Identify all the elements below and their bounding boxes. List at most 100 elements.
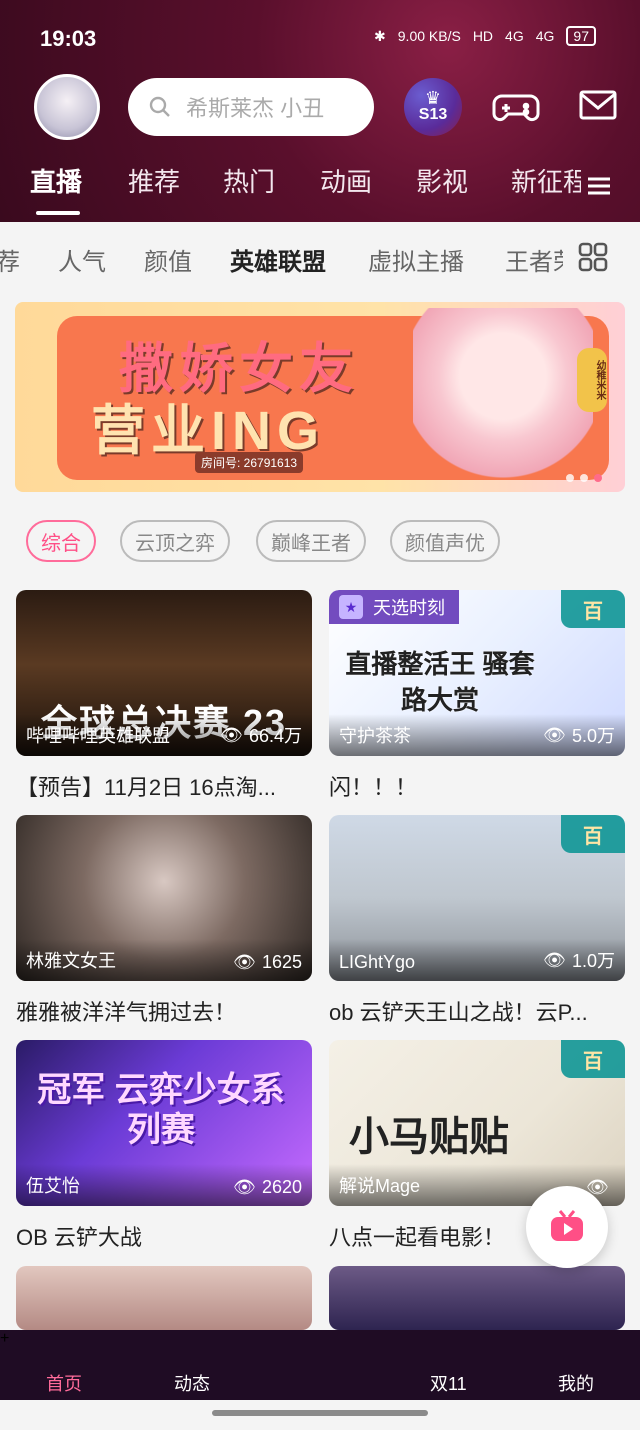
nav-home[interactable]: 首页 bbox=[46, 1370, 82, 1396]
tab-new-journey[interactable]: 新征程 bbox=[511, 162, 581, 199]
status-time: 19:03 bbox=[40, 26, 97, 51]
grid-icon[interactable] bbox=[578, 242, 608, 272]
subcat-lol[interactable]: 英雄联盟 bbox=[230, 242, 326, 277]
card-thumbnail: 天选时刻 百 直播整活王 骚套路大赏 守护茶茶 👁5.0万 bbox=[329, 590, 625, 756]
subcat-popular[interactable]: 人气 bbox=[58, 242, 106, 277]
live-card[interactable]: 全球总决赛 23 哔哩哔哩英雄联盟 👁66.4万 【预告】11月2日 16点淘.… bbox=[16, 590, 312, 802]
view-count-value: 2620 bbox=[261, 1177, 302, 1197]
gamepad-icon[interactable] bbox=[492, 86, 540, 126]
eye-icon: 👁 bbox=[220, 724, 243, 745]
floating-live-button[interactable] bbox=[526, 1186, 608, 1268]
mail-icon[interactable] bbox=[578, 88, 618, 122]
view-count-value: 5.0万 bbox=[571, 726, 615, 746]
menu-icon[interactable] bbox=[588, 176, 610, 196]
live-card[interactable] bbox=[329, 1266, 625, 1330]
live-card[interactable]: 百 LIGhtYgo 👁 1.0万 ob 云铲天王山之战！云P... bbox=[329, 815, 625, 1027]
live-card[interactable] bbox=[16, 1266, 312, 1330]
eye-icon: 👁 bbox=[543, 724, 566, 745]
card-thumbnail: 百 小马贴贴 解说Mage 👁 bbox=[329, 1040, 625, 1206]
card-thumbnail: 全球总决赛 23 哔哩哔哩英雄联盟 👁66.4万 bbox=[16, 590, 312, 756]
view-count-value: 1.0万 bbox=[571, 951, 615, 971]
s13-label: S13 bbox=[418, 106, 448, 123]
tv-icon bbox=[551, 1210, 583, 1241]
top-header: 19:03 ✱ 9.00 KB/S HD 4G 4G 97 希斯莱杰 小丑 ♛ … bbox=[0, 0, 640, 222]
eye-icon: 👁 bbox=[233, 952, 256, 972]
network-speed: 9.00 KB/S bbox=[397, 28, 461, 44]
filter-voice-actor[interactable]: 颜值声优 bbox=[390, 520, 500, 562]
card-meta: LIGhtYgo 👁 1.0万 bbox=[329, 939, 625, 981]
search-placeholder: 希斯莱杰 小丑 bbox=[186, 96, 325, 121]
card-title: OB 云铲大战 bbox=[16, 1225, 142, 1250]
status-icons: ✱ 9.00 KB/S HD 4G 4G 97 bbox=[374, 26, 596, 46]
card-thumbnail bbox=[16, 1266, 312, 1330]
nav-double11[interactable]: 双11 bbox=[430, 1370, 467, 1396]
card-meta: 哔哩哔哩英雄联盟 👁 66.4万 bbox=[16, 714, 312, 756]
filter-all[interactable]: 综合 bbox=[26, 520, 96, 562]
subcategory-bar: 荐 人气 颜值 英雄联盟 虚拟主播 王者荣耀 bbox=[0, 222, 640, 292]
card-title: 雅雅被洋洋气拥过去！ bbox=[16, 1000, 237, 1025]
streamer-name: 守护茶茶 bbox=[339, 726, 411, 746]
thumbnail-overlay-text: 直播整活王 骚套路大赏 bbox=[345, 649, 535, 715]
tab-anime[interactable]: 动画 bbox=[320, 162, 372, 199]
live-card[interactable]: 林雅文女王 👁 1625 雅雅被洋洋气拥过去！ bbox=[16, 815, 312, 1027]
streamer-name: 解说Mage bbox=[339, 1176, 421, 1196]
gesture-bar[interactable] bbox=[212, 1410, 428, 1416]
filter-peak-king[interactable]: 巅峰王者 bbox=[256, 520, 366, 562]
banner-side-tag: 幼稚米米 bbox=[577, 348, 607, 412]
tab-live[interactable]: 直播 bbox=[30, 162, 82, 215]
filter-tft[interactable]: 云顶之弈 bbox=[120, 520, 230, 562]
subcat-vtuber[interactable]: 虚拟主播 bbox=[368, 242, 464, 277]
banner-dot-active bbox=[594, 474, 602, 482]
subcat-recommend[interactable]: 荐 bbox=[0, 242, 20, 277]
subcat-honor-of-kings[interactable]: 王者荣耀 bbox=[505, 242, 563, 277]
battery-indicator: 97 bbox=[566, 26, 596, 46]
live-card[interactable]: 天选时刻 百 直播整活王 骚套路大赏 守护茶茶 👁5.0万 闪！！！ bbox=[329, 590, 625, 802]
search-bar[interactable]: 希斯莱杰 小丑 bbox=[128, 78, 374, 136]
card-meta: 守护茶茶 👁 5.0万 bbox=[329, 714, 625, 756]
eye-icon: 👁 bbox=[543, 949, 566, 970]
bai-badge: 百 bbox=[561, 815, 625, 853]
eye-icon: 👁 bbox=[233, 1177, 256, 1197]
view-count: 👁 2620 bbox=[233, 1177, 302, 1198]
hd-icon: HD bbox=[472, 28, 494, 44]
bluetooth-icon: ✱ bbox=[374, 27, 386, 44]
search-icon bbox=[149, 96, 170, 117]
view-count-value: 66.4万 bbox=[248, 726, 302, 746]
card-thumbnail: 百 LIGhtYgo 👁 1.0万 bbox=[329, 815, 625, 981]
subcat-beauty[interactable]: 颜值 bbox=[144, 242, 192, 277]
card-title: ob 云铲天王山之战！云P... bbox=[329, 1000, 588, 1025]
nav-mine[interactable]: 我的 bbox=[558, 1370, 594, 1396]
card-title: 【预告】11月2日 16点淘... bbox=[16, 775, 276, 800]
user-avatar[interactable] bbox=[34, 74, 100, 140]
card-meta: 林雅文女王 👁 1625 bbox=[16, 939, 312, 981]
card-thumbnail: 林雅文女王 👁 1625 bbox=[16, 815, 312, 981]
banner-room-number: 房间号: 26791613 bbox=[195, 452, 304, 473]
banner-pagination bbox=[566, 474, 602, 482]
tab-film[interactable]: 影视 bbox=[416, 162, 468, 199]
streamer-name: 哔哩哔哩英雄联盟 bbox=[26, 726, 170, 746]
nav-activity[interactable]: 动态 bbox=[174, 1370, 210, 1396]
streamer-name: 林雅文女王 bbox=[26, 951, 116, 971]
view-count: 👁 1625 bbox=[233, 952, 302, 973]
view-count-value: 1625 bbox=[261, 952, 302, 972]
thumbnail-overlay-text: 冠军 云弈少女系列赛 bbox=[37, 1071, 285, 1149]
signal-4g-2: 4G bbox=[535, 28, 555, 44]
bai-badge: 百 bbox=[561, 1040, 625, 1078]
s13-event-icon[interactable]: ♛ S13 bbox=[404, 78, 462, 136]
card-thumbnail bbox=[329, 1266, 625, 1330]
streamer-name: LIGhtYgo bbox=[339, 952, 416, 972]
thumbnail-overlay-text: 小马贴贴 bbox=[349, 1115, 509, 1159]
live-card[interactable]: 冠军 云弈少女系列赛 伍艾怡 👁 2620 OB 云铲大战 bbox=[16, 1040, 312, 1252]
bai-badge: 百 bbox=[561, 590, 625, 628]
tab-hot[interactable]: 热门 bbox=[223, 162, 275, 199]
view-count: 👁 66.4万 bbox=[220, 722, 302, 748]
main-tabs: 直播 推荐 热门 动画 影视 新征程 bbox=[0, 162, 640, 222]
view-count: 👁 5.0万 bbox=[543, 722, 615, 748]
card-thumbnail: 冠军 云弈少女系列赛 伍艾怡 👁 2620 bbox=[16, 1040, 312, 1206]
tab-recommend[interactable]: 推荐 bbox=[128, 162, 180, 199]
banner-character-image bbox=[413, 308, 593, 488]
plus-button[interactable]: + bbox=[0, 1330, 640, 1400]
promo-banner[interactable]: 撒娇女友 营业ING 房间号: 26791613 幼稚米米 bbox=[15, 302, 625, 492]
status-bar: 19:03 ✱ 9.00 KB/S HD 4G 4G 97 bbox=[0, 0, 640, 70]
streamer-name: 伍艾怡 bbox=[26, 1176, 80, 1196]
